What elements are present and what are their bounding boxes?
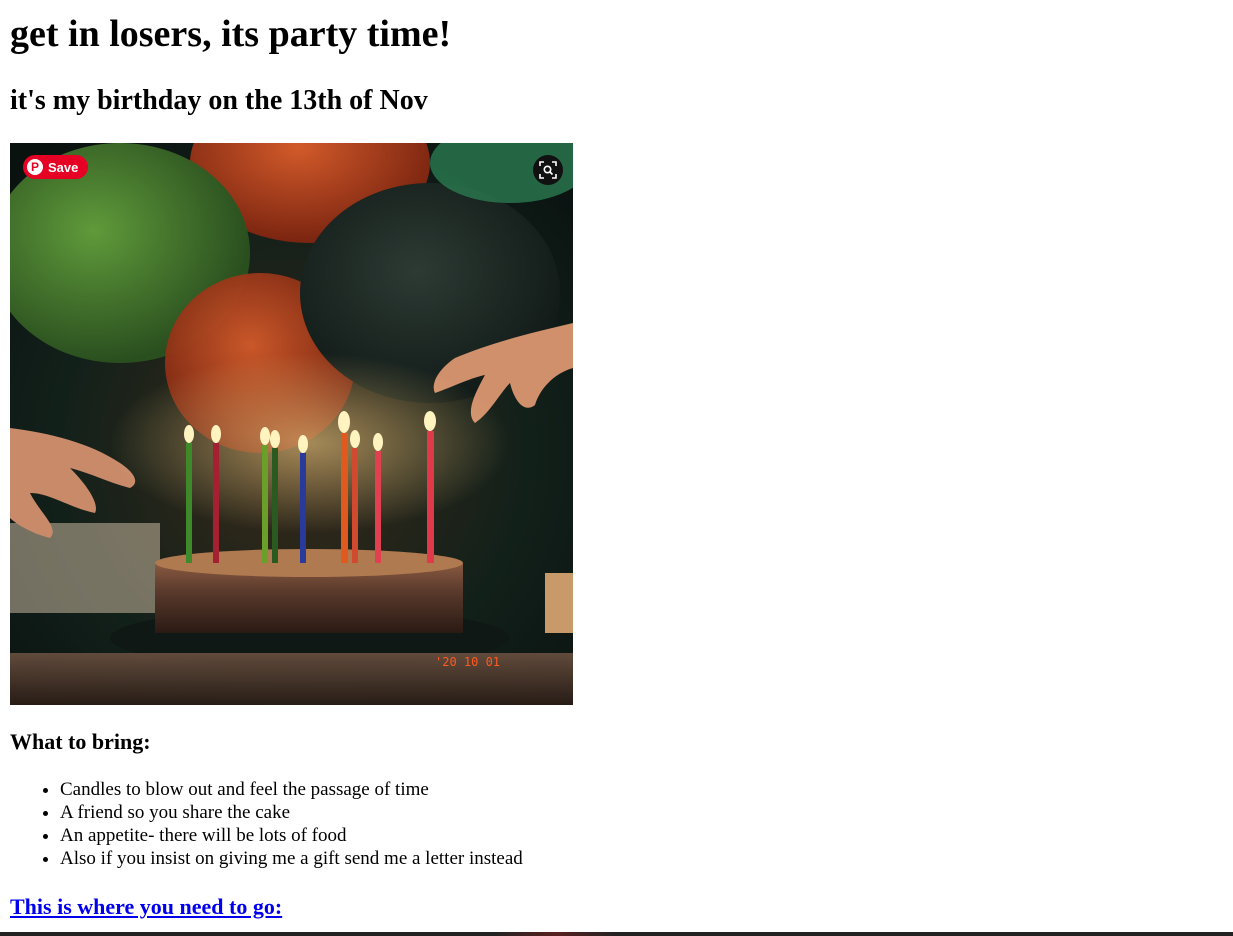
list-item: Candles to blow out and feel the passage… xyxy=(60,778,523,801)
list-item: An appetite- there will be lots of food xyxy=(60,824,523,847)
page-subtitle: it's my birthday on the 13th of Nov xyxy=(10,85,428,116)
bottom-embed-edge xyxy=(0,932,1233,936)
page-title: get in losers, its party time! xyxy=(10,13,452,55)
visual-search-icon xyxy=(539,161,557,179)
pinterest-save-button[interactable]: P Save xyxy=(23,155,89,179)
list-item: A friend so you share the cake xyxy=(60,801,523,824)
bring-list: Candles to blow out and feel the passage… xyxy=(10,778,523,870)
pinterest-icon: P xyxy=(27,159,43,175)
list-item: Also if you insist on giving me a gift s… xyxy=(60,847,523,870)
date-stamp: '20 10 01 xyxy=(435,655,500,669)
bring-heading: What to bring: xyxy=(10,729,151,754)
birthday-photo[interactable]: '20 10 01 P Save xyxy=(10,143,573,705)
visual-search-button[interactable] xyxy=(533,155,563,185)
destination-link[interactable]: This is where you need to go: xyxy=(10,894,282,920)
pinterest-save-label: Save xyxy=(48,159,79,175)
birthday-cake-image: '20 10 01 xyxy=(10,143,573,705)
